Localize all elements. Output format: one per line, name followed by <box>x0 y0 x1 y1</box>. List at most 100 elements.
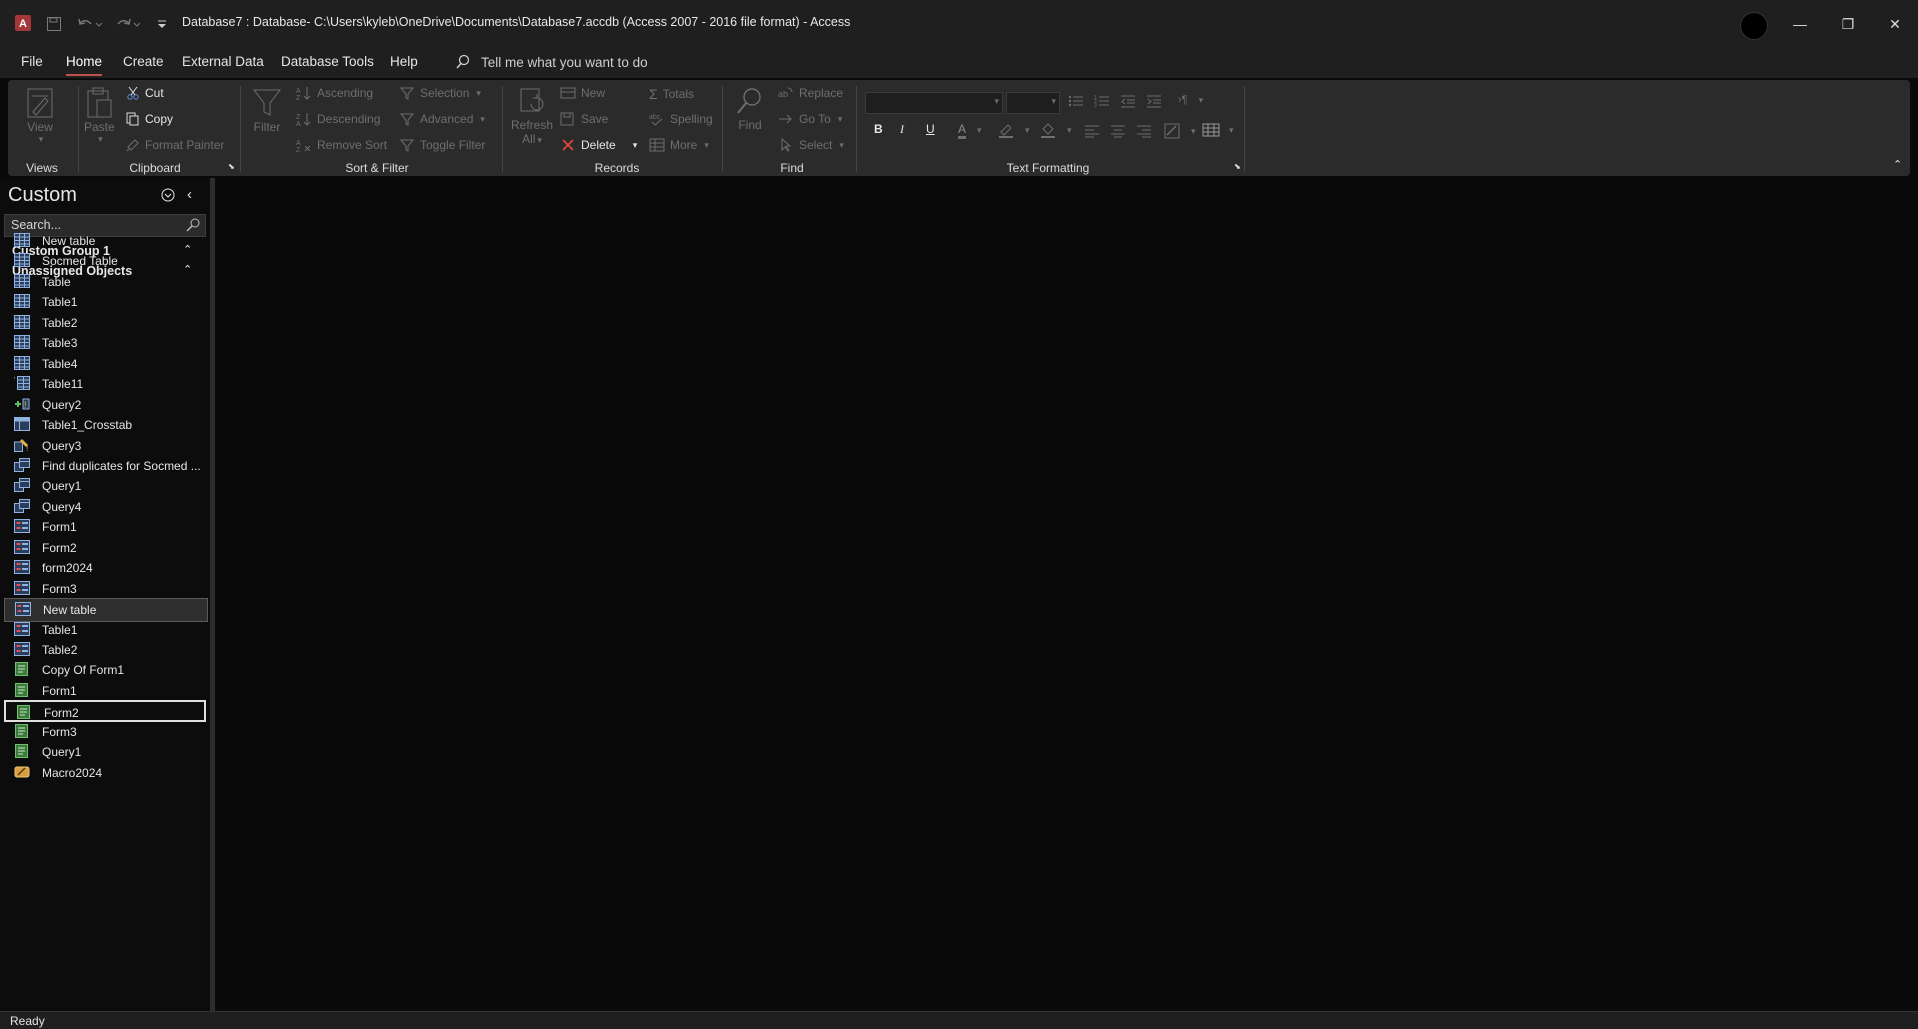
tab-create[interactable]: Create <box>123 54 164 69</box>
goto-button[interactable]: Go To ▾ <box>778 112 842 126</box>
nav-pane-title[interactable]: Custom <box>8 184 77 207</box>
find-button[interactable]: Find <box>735 86 765 132</box>
nav-item[interactable]: Form3 <box>4 721 206 743</box>
restore-button[interactable]: ❐ <box>1825 0 1871 48</box>
nav-item[interactable]: Table2 <box>4 639 206 661</box>
select-button[interactable]: Select ▾ <box>778 138 844 152</box>
nav-item[interactable]: Form2 <box>4 537 206 559</box>
redo-icon[interactable] <box>114 14 140 34</box>
fill-color-button[interactable]: ▾ <box>1040 122 1072 138</box>
cut-button[interactable]: Cut <box>126 86 164 100</box>
shutter-bar-close-icon[interactable]: ‹ <box>187 186 192 203</box>
copy-button[interactable]: Copy <box>126 112 173 126</box>
save-record-button[interactable]: Save <box>560 112 608 126</box>
form-icon <box>14 539 30 554</box>
increase-indent-icon[interactable] <box>1146 94 1162 108</box>
tab-file[interactable]: File <box>21 54 43 69</box>
customize-qat-icon[interactable] <box>156 14 168 34</box>
conditional-format-button[interactable]: ▾ <box>1164 123 1196 139</box>
nav-item[interactable]: Table <box>4 271 206 293</box>
nav-item[interactable]: Table3 <box>4 332 206 354</box>
nav-pane-menu-icon[interactable] <box>160 187 176 206</box>
more-button[interactable]: More ▾ <box>649 138 709 152</box>
nav-item[interactable]: Query1 <box>4 475 206 497</box>
collapse-ribbon-icon[interactable]: ⌃ <box>1893 158 1902 171</box>
align-center-icon[interactable] <box>1110 124 1126 138</box>
nav-item[interactable]: Macro2024 <box>4 762 206 784</box>
tell-me-search[interactable]: Tell me what you want to do <box>455 54 648 70</box>
nav-item-label: Copy Of Form1 <box>42 663 125 678</box>
close-button[interactable]: ✕ <box>1872 0 1918 48</box>
spelling-button[interactable]: abc Spelling <box>649 112 713 126</box>
gridlines-button[interactable]: ▾ <box>1202 122 1234 138</box>
numbering-icon[interactable]: 123 <box>1094 94 1110 108</box>
nav-item[interactable]: Table1_Crosstab <box>4 414 206 436</box>
nav-item[interactable]: New table <box>4 230 206 252</box>
paste-button[interactable]: Paste ▾ <box>84 86 115 145</box>
delete-button[interactable]: Delete ▾ <box>560 138 637 152</box>
filter-funnel-icon <box>252 89 282 116</box>
toggle-filter-button[interactable]: Toggle Filter <box>399 138 485 152</box>
ascending-button[interactable]: AZ Ascending <box>296 86 373 100</box>
decrease-indent-icon[interactable] <box>1120 94 1136 108</box>
delete-dropdown-icon[interactable]: ▾ <box>633 140 638 151</box>
nav-item[interactable]: ! Query2 <box>4 394 206 416</box>
replace-icon: ab <box>778 87 793 99</box>
clipboard-dialog-launcher-icon[interactable]: ⬊ <box>228 162 235 171</box>
save-icon[interactable] <box>46 14 62 34</box>
bold-button[interactable]: B <box>874 122 883 136</box>
filter-button[interactable]: Filter <box>252 86 282 134</box>
tab-help[interactable]: Help <box>390 54 418 69</box>
nav-item[interactable]: ! Query3 <box>4 435 206 457</box>
advanced-button[interactable]: Advanced ▾ <box>399 112 485 126</box>
nav-item[interactable]: Table4 <box>4 353 206 375</box>
bullets-icon[interactable] <box>1068 94 1084 108</box>
nav-item[interactable]: Find duplicates for Socmed ... <box>4 455 206 477</box>
nav-item[interactable]: Form1 <box>4 516 206 538</box>
macro-icon <box>14 765 30 779</box>
paragraph-direction-icon[interactable]: ›¶ ▾ <box>1178 94 1203 106</box>
nav-item-label: Query1 <box>42 745 82 760</box>
tab-database-tools[interactable]: Database Tools <box>281 54 374 69</box>
format-painter-button[interactable]: Format Painter <box>126 138 224 152</box>
nav-item-label: Query3 <box>42 438 82 453</box>
nav-item[interactable]: Query4 <box>4 496 206 518</box>
remove-sort-button[interactable]: AZ Remove Sort <box>296 138 387 152</box>
nav-item[interactable]: Query1 <box>4 741 206 763</box>
nav-item[interactable]: Table1 <box>4 619 206 641</box>
nav-item[interactable]: Form3 <box>4 578 206 600</box>
italic-button[interactable]: I <box>900 122 904 137</box>
nav-item[interactable]: Copy Of Form1 <box>4 659 206 681</box>
nav-item[interactable]: Table2 <box>4 312 206 334</box>
text-formatting-dialog-launcher-icon[interactable]: ⬊ <box>1234 162 1241 171</box>
nav-item[interactable]: Form2 <box>4 700 206 723</box>
nav-item[interactable]: form2024 <box>4 557 206 579</box>
selection-button[interactable]: Selection ▾ <box>399 86 481 100</box>
highlight-color-button[interactable]: ▾ <box>998 122 1030 138</box>
font-size-dropdown[interactable]: ▾ <box>1006 92 1060 114</box>
nav-item[interactable]: Socmed Table <box>4 250 206 272</box>
tab-home[interactable]: Home <box>66 54 103 76</box>
tab-external-data[interactable]: External Data <box>182 54 264 69</box>
cursor-arrow-icon <box>781 138 792 152</box>
new-record-button[interactable]: New <box>560 86 605 100</box>
minimize-button[interactable]: — <box>1777 0 1823 48</box>
underline-button[interactable]: U <box>926 122 935 136</box>
remove-sort-label: Remove Sort <box>317 138 388 152</box>
descending-button[interactable]: ZA Descending <box>296 112 380 126</box>
nav-item[interactable]: Form1 <box>4 680 206 702</box>
avatar[interactable] <box>1740 12 1768 40</box>
undo-icon[interactable] <box>76 14 102 34</box>
font-name-dropdown[interactable]: ▾ <box>865 92 1003 114</box>
font-color-button[interactable]: A ▾ <box>958 122 982 139</box>
view-button[interactable]: View ▾ <box>25 86 55 145</box>
nav-item[interactable]: * Table11 <box>4 373 206 395</box>
replace-button[interactable]: ab Replace <box>778 86 843 100</box>
align-left-icon[interactable] <box>1084 124 1100 138</box>
totals-button[interactable]: Σ Totals <box>649 86 694 102</box>
align-right-icon[interactable] <box>1136 124 1152 138</box>
nav-item[interactable]: Table1 <box>4 291 206 313</box>
goto-arrow-icon <box>779 114 792 124</box>
refresh-all-button[interactable]: Refresh All ▾ <box>511 86 553 146</box>
nav-item-label: Form3 <box>42 581 77 596</box>
